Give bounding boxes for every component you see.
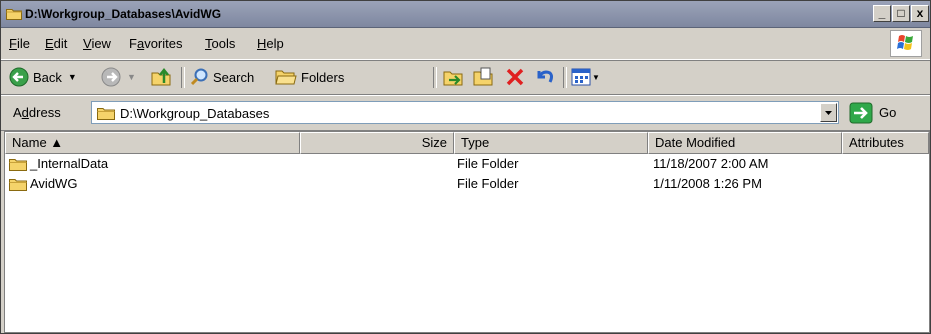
- toolbar-separator: [563, 67, 567, 88]
- views-button[interactable]: ▼: [571, 66, 600, 88]
- go-label: Go: [879, 105, 897, 120]
- copy-to-button[interactable]: [473, 66, 495, 88]
- column-header-type[interactable]: Type: [454, 132, 648, 154]
- back-icon: [9, 67, 29, 87]
- close-icon: x: [916, 6, 924, 20]
- views-icon: [571, 68, 591, 86]
- address-value: D:\Workgroup_Databases: [120, 106, 270, 121]
- folder-icon: [97, 108, 115, 120]
- address-input[interactable]: D:\Workgroup_Databases: [91, 101, 839, 124]
- forward-icon: [101, 67, 121, 87]
- column-header-date-modified[interactable]: Date Modified: [648, 132, 842, 154]
- window-title: D:\Workgroup_Databases\AvidWG: [25, 7, 222, 21]
- menu-file[interactable]: File: [9, 36, 30, 51]
- undo-icon: [537, 70, 553, 83]
- title-bar[interactable]: D:\Workgroup_Databases\AvidWG _ □ x: [1, 1, 930, 28]
- address-bar: Address D:\Workgroup_Databases Go: [1, 95, 930, 131]
- back-dropdown-icon[interactable]: ▼: [68, 72, 77, 82]
- menu-bar: File Edit View Favorites Tools Help: [1, 28, 930, 60]
- maximize-icon: □: [897, 6, 905, 20]
- file-name-cell: _InternalData: [9, 156, 108, 171]
- folders-button[interactable]: Folders: [275, 66, 344, 88]
- forward-dropdown-icon[interactable]: ▼: [127, 72, 136, 82]
- folders-icon: [275, 70, 297, 85]
- folder-icon: [9, 178, 27, 191]
- address-label: Address: [13, 105, 61, 120]
- file-date: 1/11/2008 1:26 PM: [653, 176, 762, 191]
- toolbar-separator: [433, 67, 437, 88]
- undo-button[interactable]: [535, 66, 555, 88]
- search-icon: [190, 68, 208, 86]
- menu-edit[interactable]: Edit: [45, 36, 67, 51]
- toolbar-separator: [181, 67, 185, 88]
- file-name: AvidWG: [30, 176, 78, 191]
- file-list[interactable]: Name ▲ Size Type Date Modified Attribute…: [4, 131, 930, 333]
- search-label: Search: [213, 69, 255, 85]
- views-dropdown-icon[interactable]: ▼: [592, 73, 600, 82]
- file-date: 11/18/2007 2:00 AM: [653, 156, 769, 171]
- list-item[interactable]: AvidWG File Folder 1/11/2008 1:26 PM: [5, 174, 929, 194]
- address-dropdown-button[interactable]: [820, 103, 837, 122]
- minimize-button[interactable]: _: [873, 5, 891, 22]
- file-name: _InternalData: [30, 156, 109, 171]
- delete-icon: [506, 68, 524, 86]
- back-label: Back: [33, 69, 62, 85]
- explorer-window: D:\Workgroup_Databases\AvidWG _ □ x File…: [0, 0, 931, 334]
- menu-tools[interactable]: Tools: [205, 36, 235, 51]
- maximize-button[interactable]: □: [892, 5, 910, 22]
- move-to-button[interactable]: [443, 66, 465, 88]
- menu-view[interactable]: View: [83, 36, 111, 51]
- file-type: File Folder: [457, 176, 519, 191]
- window-controls: _ □ x: [872, 5, 929, 23]
- menu-favorites[interactable]: Favorites: [129, 36, 182, 51]
- search-button[interactable]: Search: [189, 66, 254, 88]
- menu-help[interactable]: Help: [257, 36, 284, 51]
- column-header-size[interactable]: Size: [300, 132, 454, 154]
- file-type: File Folder: [457, 156, 519, 171]
- back-button[interactable]: Back ▼: [9, 66, 77, 88]
- windows-flag-icon: [897, 35, 913, 50]
- column-header-name[interactable]: Name ▲: [5, 132, 300, 154]
- minimize-icon: _: [878, 6, 886, 20]
- delete-button[interactable]: [505, 66, 525, 88]
- go-arrow-icon: [849, 102, 873, 123]
- column-header-attributes[interactable]: Attributes: [842, 132, 929, 154]
- list-item[interactable]: _InternalData File Folder 11/18/2007 2:0…: [5, 154, 929, 174]
- move-to-icon: [443, 71, 463, 86]
- folder-icon: [6, 9, 22, 20]
- list-header: Name ▲ Size Type Date Modified Attribute…: [5, 132, 929, 154]
- up-button[interactable]: [151, 66, 173, 88]
- forward-button[interactable]: ▼: [101, 66, 136, 88]
- folder-icon: [9, 158, 27, 171]
- standard-toolbar: Back ▼ ▼ Search Folders ▼: [1, 61, 930, 95]
- folders-label: Folders: [301, 69, 345, 85]
- close-button[interactable]: x: [911, 5, 929, 22]
- copy-to-icon: [473, 67, 493, 86]
- chevron-down-icon: [825, 111, 832, 115]
- file-name-cell: AvidWG: [9, 176, 77, 191]
- go-button[interactable]: Go: [849, 101, 896, 124]
- windows-logo-icon: [890, 30, 922, 57]
- up-folder-icon: [151, 67, 171, 86]
